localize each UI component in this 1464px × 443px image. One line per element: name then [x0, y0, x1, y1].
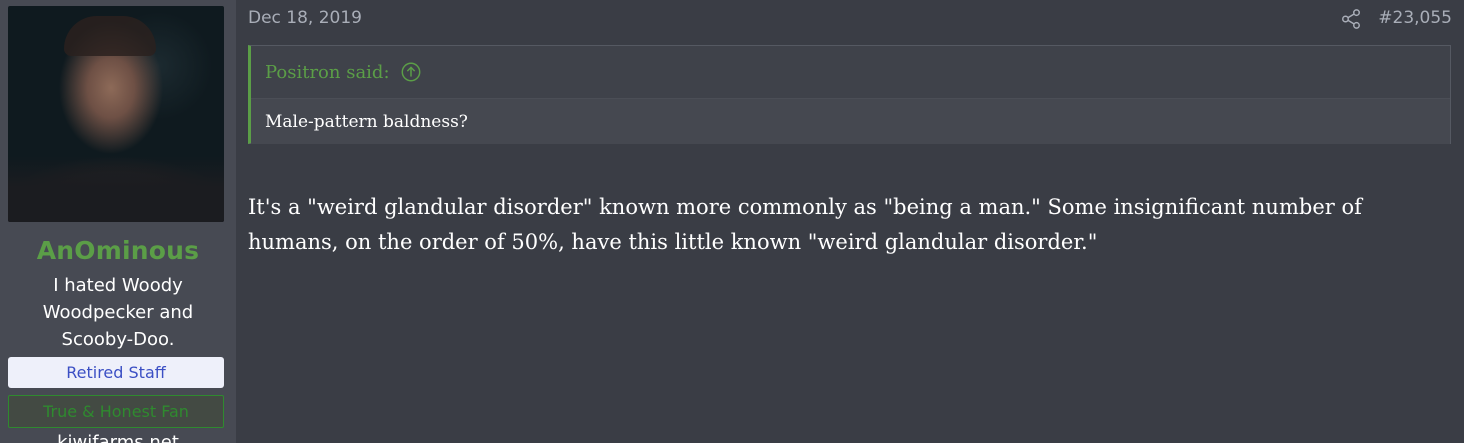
avatar-body-shade [8, 156, 224, 222]
true-honest-fan-banner: True & Honest Fan [8, 395, 224, 428]
user-panel: AnOminous I hated Woody Woodpecker and S… [0, 0, 236, 443]
post-number-link[interactable]: #23,055 [1378, 8, 1452, 28]
share-icon[interactable] [1340, 8, 1362, 30]
arrow-up-circle-icon[interactable] [400, 61, 422, 83]
avatar[interactable] [8, 6, 224, 222]
avatar-hair-shape [64, 16, 156, 56]
post-body: It's a "weird glandular disorder" known … [248, 195, 1362, 254]
user-title: I hated Woody Woodpecker and Scooby-Doo. [42, 275, 194, 350]
quote-header[interactable]: Positron said: [251, 46, 1450, 99]
user-extra-info: kiwifarms.net [57, 432, 179, 443]
username[interactable]: AnOminous [0, 236, 236, 265]
quote-text: Male-pattern baldness? [251, 99, 1450, 144]
retired-staff-banner: Retired Staff [8, 357, 224, 388]
post-date[interactable]: Dec 18, 2019 [248, 8, 362, 28]
quote-block: Positron said: Male-pattern baldness? [248, 45, 1451, 144]
post-main: Dec 18, 2019 #23,055 Positron said: Male… [236, 0, 1464, 443]
quote-author-line: Positron said: [265, 61, 390, 83]
forum-post: AnOminous I hated Woody Woodpecker and S… [0, 0, 1464, 443]
